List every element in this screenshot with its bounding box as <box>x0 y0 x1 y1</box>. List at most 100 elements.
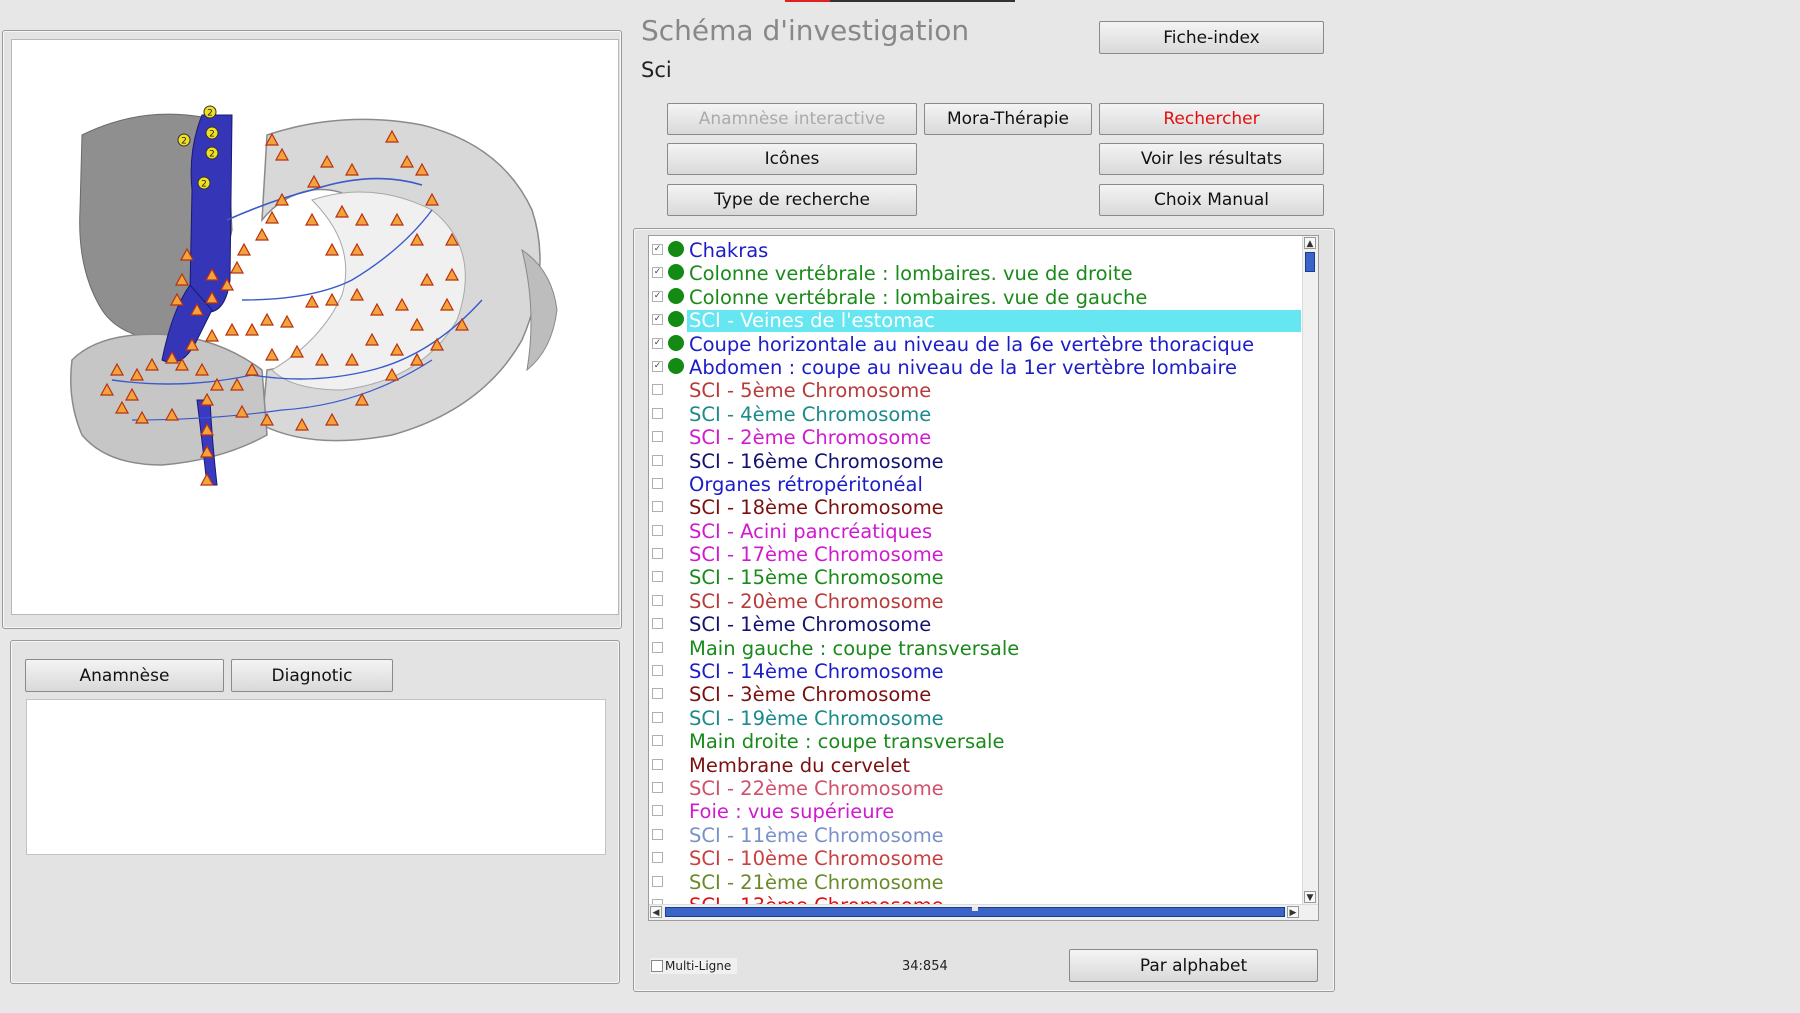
warning-triangle-icon <box>304 212 320 226</box>
row-checkbox[interactable] <box>652 384 663 396</box>
list-item[interactable]: SCI - 1ème Chromosome <box>649 613 1301 636</box>
numbered-marker-label: 2 <box>181 137 187 147</box>
list-item[interactable]: ✓ Coupe horizontale au niveau de la 6e ve… <box>649 333 1301 356</box>
scroll-right-icon[interactable]: ▶ <box>1287 906 1299 918</box>
list-item[interactable]: Main droite : coupe transversale <box>649 730 1301 753</box>
list-item[interactable]: SCI - 18ème Chromosome <box>649 496 1301 519</box>
scroll-left-icon[interactable]: ◀ <box>650 906 662 918</box>
row-checkbox[interactable] <box>652 711 663 723</box>
list-item[interactable]: SCI - 21ème Chromosome <box>649 871 1301 894</box>
row-checkbox[interactable] <box>652 781 663 793</box>
row-checkbox[interactable] <box>652 852 663 864</box>
list-item[interactable]: SCI - Acini pancréatiques <box>649 520 1301 543</box>
investigation-list[interactable]: ✓ Chakras ✓ Colonne vertébrale : lombaires.… <box>648 235 1319 921</box>
anamnese-button[interactable]: Anamnèse <box>25 659 224 692</box>
green-status-dot-icon <box>668 264 684 281</box>
page-title: Schéma d'investigation <box>641 14 970 47</box>
rechercher-button[interactable]: Rechercher <box>1099 103 1324 135</box>
row-checkbox[interactable] <box>652 641 663 653</box>
warning-triangle-icon <box>254 227 270 241</box>
list-item[interactable]: ✓ Abdomen : coupe au niveau de la 1er ver… <box>649 356 1301 379</box>
row-checkbox[interactable] <box>652 758 663 770</box>
list-item[interactable]: Organes rétropéritonéal <box>649 473 1301 496</box>
list-item-label: Abdomen : coupe au niveau de la 1er vert… <box>689 355 1238 379</box>
choix-manual-button[interactable]: Choix Manual <box>1099 184 1324 216</box>
list-item[interactable]: SCI - 22ème Chromosome <box>649 777 1301 800</box>
icones-button[interactable]: Icônes <box>667 143 917 175</box>
row-checkbox[interactable] <box>652 477 663 489</box>
list-item[interactable]: SCI - 10ème Chromosome <box>649 847 1301 870</box>
row-checkbox[interactable] <box>652 735 663 747</box>
anamnese-interactive-button[interactable]: Anamnèse interactive <box>667 103 917 135</box>
list-item[interactable]: SCI - 2ème Chromosome <box>649 426 1301 449</box>
list-item[interactable]: SCI - 20ème Chromosome <box>649 590 1301 613</box>
multi-ligne-checkbox[interactable]: Multi-Ligne <box>650 958 738 974</box>
list-item[interactable]: SCI - 15ème Chromosome <box>649 566 1301 589</box>
row-checkbox[interactable]: ✓ <box>652 314 663 326</box>
row-checkbox[interactable] <box>652 524 663 536</box>
mora-therapie-button[interactable]: Mora-Thérapie <box>924 103 1092 135</box>
vertical-scroll-thumb[interactable] <box>1305 252 1315 272</box>
stomach-veins-image[interactable]: 2 2 2 2 2 <box>12 40 618 614</box>
numbered-marker-label: 2 <box>201 180 207 190</box>
scroll-up-icon[interactable]: ▲ <box>1304 237 1316 249</box>
list-item[interactable]: SCI - 16ème Chromosome <box>649 450 1301 473</box>
row-checkbox[interactable] <box>652 407 663 419</box>
page-subtitle: Sci <box>641 58 672 82</box>
row-checkbox[interactable]: ✓ <box>652 244 663 255</box>
list-item[interactable]: SCI - 13ème Chromosome <box>649 894 1301 904</box>
list-item[interactable]: Main gauche : coupe transversale <box>649 637 1301 660</box>
row-checkbox[interactable] <box>652 688 663 700</box>
warning-triangle-icon <box>244 322 260 336</box>
list-item-label: Coupe horizontale au niveau de la 6e ver… <box>689 332 1255 356</box>
list-item[interactable]: Membrane du cervelet <box>649 754 1301 777</box>
list-item[interactable]: ✓ Chakras <box>649 239 1301 262</box>
row-checkbox[interactable]: ✓ <box>652 267 663 279</box>
multi-ligne-checkbox-box[interactable] <box>651 960 663 972</box>
list-item-selected[interactable]: ✓ SCI - Veines de l'estomac <box>649 309 1301 333</box>
list-item[interactable]: ✓ Colonne vertébrale : lombaires. vue de … <box>649 262 1301 285</box>
type-recherche-button[interactable]: Type de recherche <box>667 184 917 216</box>
list-item-label: Foie : vue supérieure <box>689 800 895 824</box>
warning-triangle-icon <box>224 322 240 336</box>
row-checkbox[interactable] <box>652 594 663 606</box>
list-item[interactable]: SCI - 5ème Chromosome <box>649 379 1301 402</box>
list-item[interactable]: SCI - 3ème Chromosome <box>649 683 1301 706</box>
row-checkbox[interactable]: ✓ <box>652 290 663 302</box>
row-checkbox[interactable] <box>652 571 663 583</box>
top-progress-red <box>785 0 830 2</box>
list-item[interactable]: SCI - 19ème Chromosome <box>649 707 1301 730</box>
fiche-index-button[interactable]: Fiche-index <box>1099 21 1324 54</box>
row-checkbox[interactable] <box>652 665 663 677</box>
horizontal-scrollbar[interactable]: ◀ ▶ <box>649 904 1318 920</box>
vertical-scrollbar[interactable]: ▲ ▼ <box>1302 236 1318 904</box>
list-item-label: SCI - 21ème Chromosome <box>689 870 944 894</box>
row-checkbox[interactable] <box>652 618 663 630</box>
image-panel: 2 2 2 2 2 <box>2 30 622 629</box>
row-checkbox[interactable] <box>652 501 663 513</box>
list-item[interactable]: SCI - 14ème Chromosome <box>649 660 1301 683</box>
voir-resultats-button[interactable]: Voir les résultats <box>1099 143 1324 175</box>
row-checkbox[interactable] <box>652 875 663 887</box>
warning-triangle-icon <box>279 314 295 328</box>
green-status-dot-icon <box>668 241 684 257</box>
row-checkbox[interactable] <box>652 548 663 560</box>
row-checkbox[interactable] <box>652 431 663 443</box>
list-item[interactable]: SCI - 4ème Chromosome <box>649 403 1301 426</box>
notes-text-area[interactable] <box>26 699 606 855</box>
diagnotic-button[interactable]: Diagnotic <box>231 659 393 692</box>
list-item[interactable]: Foie : vue supérieure <box>649 800 1301 823</box>
list-item[interactable]: SCI - 17ème Chromosome <box>649 543 1301 566</box>
row-checkbox[interactable]: ✓ <box>652 360 663 372</box>
list-item-label: SCI - 15ème Chromosome <box>689 566 944 590</box>
row-checkbox[interactable] <box>652 454 663 466</box>
row-checkbox[interactable] <box>652 805 663 817</box>
row-checkbox[interactable] <box>652 828 663 840</box>
row-checkbox[interactable]: ✓ <box>652 337 663 349</box>
list-item[interactable]: ✓ Colonne vertébrale : lombaires. vue de … <box>649 286 1301 309</box>
par-alphabet-button[interactable]: Par alphabet <box>1069 949 1318 982</box>
list-item[interactable]: SCI - 11ème Chromosome <box>649 824 1301 847</box>
green-status-dot-icon <box>668 287 684 304</box>
list-panel: ✓ Chakras ✓ Colonne vertébrale : lombaires.… <box>633 228 1335 992</box>
scroll-down-icon[interactable]: ▼ <box>1304 891 1316 903</box>
